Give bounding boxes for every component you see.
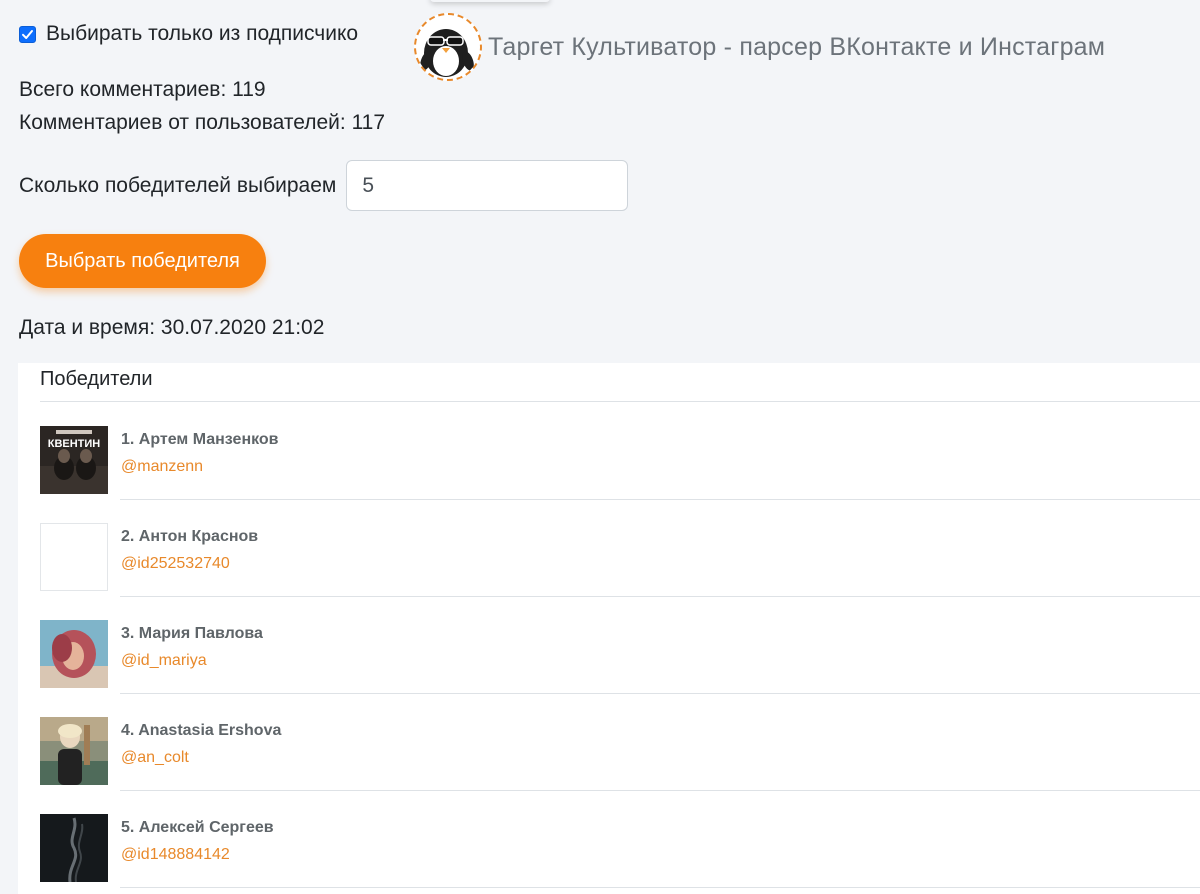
winner-row: 5. Алексей Сергеев @id148884142 (40, 791, 1200, 888)
winner-row: КВЕНТИН 1. Артем Манзенков @manzenn (40, 403, 1200, 500)
subscribers-only-option[interactable]: Выбирать только из подписчико (19, 22, 358, 46)
pick-winner-button[interactable]: Выбрать победителя (19, 234, 266, 288)
winner-row: 2. Антон Краснов @id252532740 (40, 500, 1200, 597)
checkmark-icon (22, 29, 33, 39)
avatar[interactable] (40, 814, 108, 882)
winner-name: 4. Anastasia Ershova (121, 722, 282, 739)
winner-name: 2. Антон Краснов (121, 528, 259, 545)
subscribers-only-label: Выбирать только из подписчико (46, 22, 359, 45)
winner-handle-link[interactable]: @manzenn (121, 458, 203, 476)
winners-title-divider (40, 401, 1200, 402)
total-comments-stat: Всего комментариев: 119 (19, 78, 266, 101)
top-card-edge (430, 0, 550, 2)
avatar-photo-smoke-icon (40, 814, 108, 882)
avatar-photo-outdoor-icon (40, 717, 108, 785)
winners-count-row: Сколько победителей выбираем (19, 160, 629, 211)
avatar[interactable] (40, 523, 108, 591)
brand-header: Таргет Культиватор - парсер ВКонтакте и … (414, 13, 1105, 81)
avatar-photo-kventin-icon: КВЕНТИН (40, 426, 108, 494)
avatar[interactable] (40, 717, 108, 785)
winner-handle-link[interactable]: @id252532740 (121, 555, 230, 573)
winners-count-label: Сколько победителей выбираем (19, 173, 337, 197)
user-comments-stat: Комментариев от пользователей: 117 (19, 111, 386, 134)
winner-name: 3. Мария Павлова (121, 625, 263, 642)
winners-count-input[interactable] (346, 160, 629, 211)
winner-handle-link[interactable]: @id148884142 (121, 846, 230, 864)
brand-title: Таргет Культиватор - парсер ВКонтакте и … (488, 32, 1106, 61)
winner-name: 5. Алексей Сергеев (121, 819, 274, 836)
draw-datetime: Дата и время: 30.07.2020 21:02 (19, 316, 325, 339)
winner-row: 4. Anastasia Ershova @an_colt (40, 694, 1200, 791)
winner-name: 1. Артем Манзенков (121, 431, 279, 448)
winner-handle-link[interactable]: @an_colt (121, 749, 189, 767)
row-divider (120, 887, 1200, 888)
winners-panel: Победители КВЕНТИН 1. Артем Манзенков @m… (18, 363, 1200, 894)
penguin-logo-icon (414, 13, 482, 81)
avatar[interactable]: КВЕНТИН (40, 426, 108, 494)
winners-title: Победители (40, 368, 153, 390)
avatar[interactable] (40, 620, 108, 688)
winner-handle-link[interactable]: @id_mariya (121, 652, 207, 670)
winner-row: 3. Мария Павлова @id_mariya (40, 597, 1200, 694)
avatar-caption: КВЕНТИН (48, 438, 101, 450)
subscribers-only-checkbox[interactable] (19, 25, 36, 43)
avatar-photo-red-hair-icon (40, 620, 108, 688)
